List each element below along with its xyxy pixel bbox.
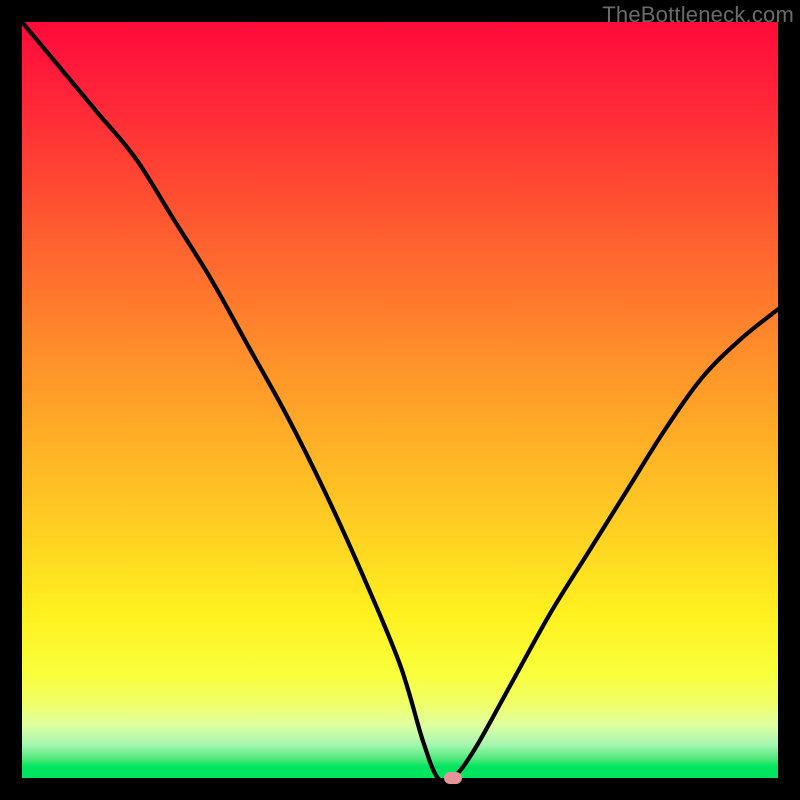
optimal-point-marker xyxy=(444,772,462,784)
bottleneck-curve xyxy=(22,22,778,778)
plot-area xyxy=(22,22,778,778)
watermark-text: TheBottleneck.com xyxy=(602,2,794,28)
chart-frame: TheBottleneck.com xyxy=(0,0,800,800)
